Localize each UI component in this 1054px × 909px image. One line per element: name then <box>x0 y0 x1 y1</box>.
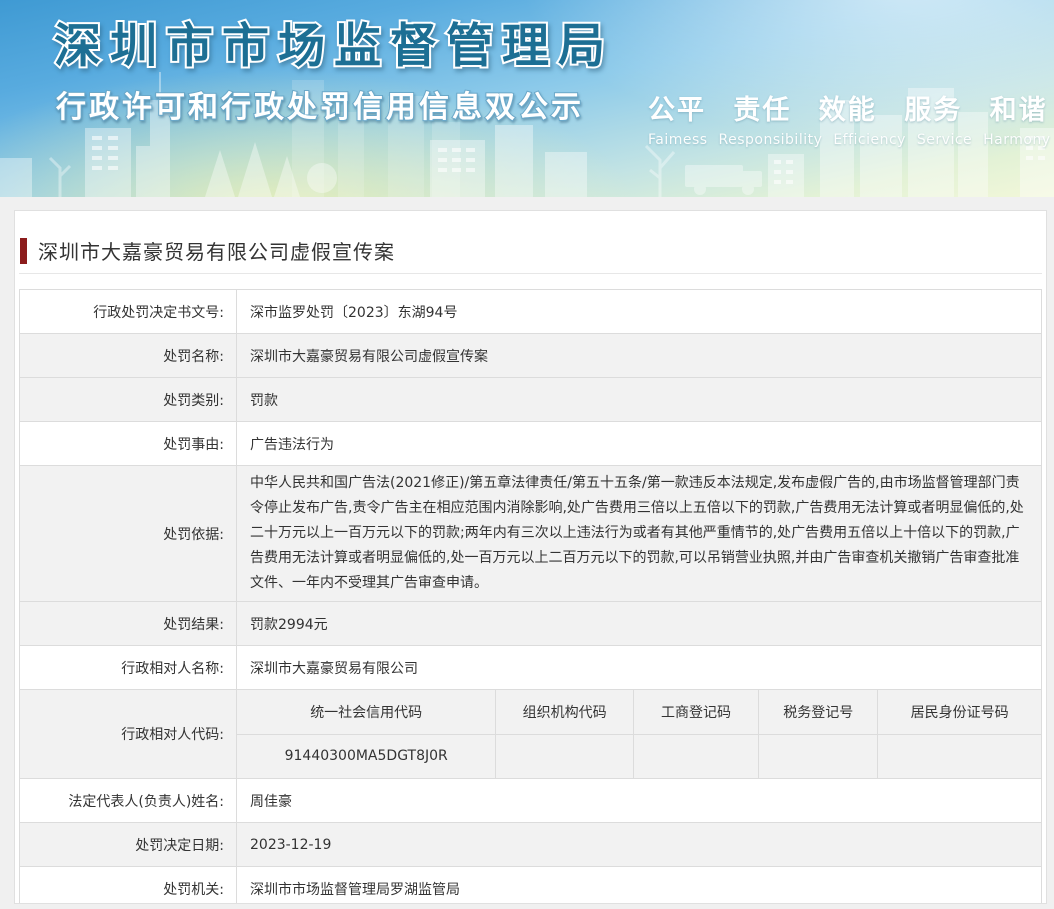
table-row: 处罚依据: 中华人民共和国广告法(2021修正)/第五章法律责任/第五十五条/第… <box>19 465 1042 602</box>
row-value: 2023-12-19 <box>236 822 1042 867</box>
code-value: 91440300MA5DGT8J0R <box>237 734 496 778</box>
code-value <box>495 734 634 778</box>
code-value <box>758 734 878 778</box>
row-label: 处罚决定日期: <box>19 822 237 867</box>
page-title: 深圳市大嘉豪贸易有限公司虚假宣传案 <box>38 240 395 264</box>
row-label: 行政相对人名称: <box>19 645 237 690</box>
row-value: 深圳市大嘉豪贸易有限公司 <box>236 645 1042 690</box>
row-label: 处罚结果: <box>19 601 237 646</box>
row-value: 罚款2994元 <box>236 601 1042 646</box>
table-row: 处罚机关: 深圳市市场监督管理局罗湖监管局 <box>19 866 1042 903</box>
table-row: 处罚类别: 罚款 <box>19 377 1042 422</box>
org-title-text: 深圳市市场监督管理局 <box>54 19 614 74</box>
slogan-block: 公平 责任 效能 服务 和谐 Faimess Responsibility Ef… <box>648 88 1051 148</box>
row-label: 行政处罚决定书文号: <box>19 289 237 334</box>
table-row: 处罚名称: 深圳市大嘉豪贸易有限公司虚假宣传案 <box>19 333 1042 378</box>
row-value: 罚款 <box>236 377 1042 422</box>
code-col-header: 工商登记码 <box>632 690 759 735</box>
row-label: 处罚机关: <box>19 866 237 903</box>
title-accent-bar <box>20 237 27 264</box>
title-divider <box>19 273 1042 274</box>
code-value-row: 91440300MA5DGT8J0R <box>237 734 1041 778</box>
table-row: 行政处罚决定书文号: 深市监罗处罚〔2023〕东湖94号 <box>19 289 1042 334</box>
row-value: 广告违法行为 <box>236 421 1042 466</box>
row-value: 中华人民共和国广告法(2021修正)/第五章法律责任/第五十五条/第一款违反本法… <box>236 465 1042 602</box>
table-row: 行政相对人名称: 深圳市大嘉豪贸易有限公司 <box>19 645 1042 690</box>
slogan-en: Faimess Responsibility Efficiency Servic… <box>648 132 1051 148</box>
code-col-header: 统一社会信用代码 <box>237 690 496 735</box>
code-cell: 统一社会信用代码 组织机构代码 工商登记码 税务登记号 居民身份证号码 9144… <box>236 689 1042 779</box>
table-row: 法定代表人(负责人)姓名: 周佳豪 <box>19 778 1042 823</box>
code-header-row: 统一社会信用代码 组织机构代码 工商登记码 税务登记号 居民身份证号码 <box>237 690 1041 735</box>
row-label: 处罚依据: <box>19 465 237 602</box>
code-value <box>877 734 1041 778</box>
code-col-header: 税务登记号 <box>758 690 878 735</box>
banner-subtitle-text: 行政许可和行政处罚信用信息双公示 <box>55 90 584 125</box>
row-value: 深圳市大嘉豪贸易有限公司虚假宣传案 <box>236 333 1042 378</box>
code-table: 统一社会信用代码 组织机构代码 工商登记码 税务登记号 居民身份证号码 9144… <box>237 690 1041 778</box>
code-value <box>632 734 759 778</box>
table-row-code: 行政相对人代码: 统一社会信用代码 组织机构代码 工商登记码 税务登记号 居民身… <box>19 689 1042 779</box>
penalty-info-table: 行政处罚决定书文号: 深市监罗处罚〔2023〕东湖94号 处罚名称: 深圳市大嘉… <box>19 289 1042 903</box>
row-label: 处罚事由: <box>19 421 237 466</box>
table-row: 处罚决定日期: 2023-12-19 <box>19 822 1042 867</box>
row-label: 处罚类别: <box>19 377 237 422</box>
row-label: 行政相对人代码: <box>19 689 237 779</box>
banner: 深圳市市场监督管理局 行政许可和行政处罚信用信息双公示 公平 责任 效能 服务 … <box>0 0 1054 197</box>
row-label: 处罚名称: <box>19 333 237 378</box>
page-title-row: 深圳市大嘉豪贸易有限公司虚假宣传案 <box>20 237 1042 264</box>
table-row: 处罚结果: 罚款2994元 <box>19 601 1042 646</box>
slogan-cn: 公平 责任 效能 服务 和谐 <box>648 95 1048 126</box>
row-value: 深市监罗处罚〔2023〕东湖94号 <box>236 289 1042 334</box>
row-value: 周佳豪 <box>236 778 1042 823</box>
row-label: 法定代表人(负责人)姓名: <box>19 778 237 823</box>
code-col-header: 居民身份证号码 <box>877 690 1041 735</box>
table-row: 处罚事由: 广告违法行为 <box>19 421 1042 466</box>
row-value: 深圳市市场监督管理局罗湖监管局 <box>236 866 1042 903</box>
code-col-header: 组织机构代码 <box>495 690 634 735</box>
content-panel: 深圳市大嘉豪贸易有限公司虚假宣传案 行政处罚决定书文号: 深市监罗处罚〔2023… <box>14 210 1047 904</box>
